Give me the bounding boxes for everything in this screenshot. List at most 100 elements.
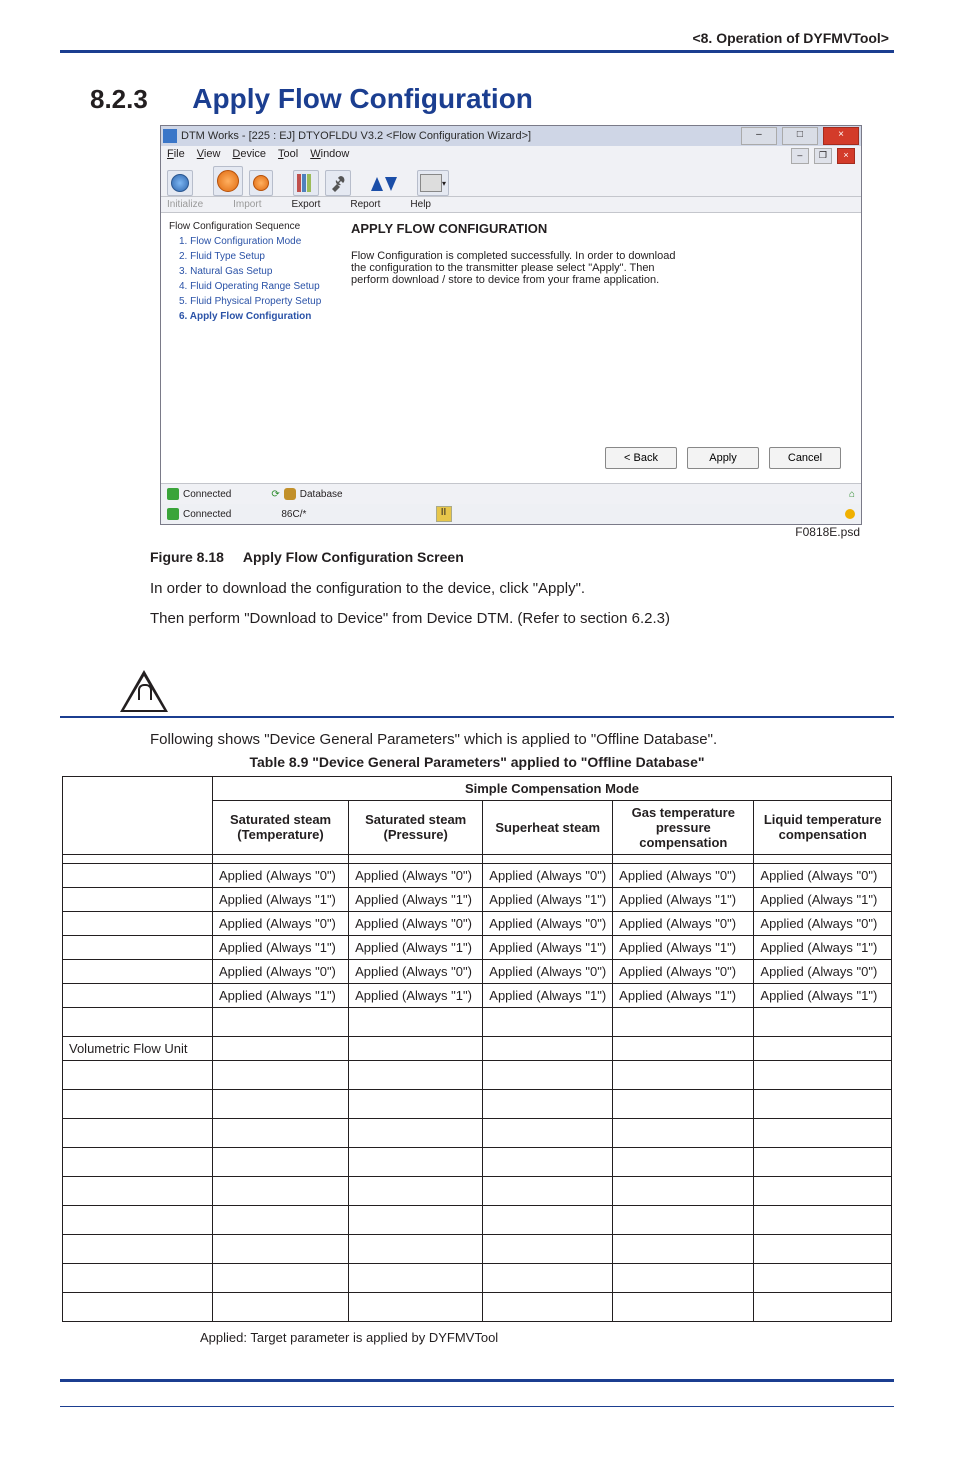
device-icon[interactable] bbox=[213, 166, 243, 196]
wizard-sidebar: Flow Configuration Sequence 1. Flow Conf… bbox=[161, 213, 341, 483]
sub-help[interactable]: Help bbox=[410, 199, 431, 210]
screenshot-app-window: DTM Works - [225 : EJ] DTYOFLDU V3.2 <Fl… bbox=[160, 125, 862, 525]
cell: Applied (Always "1") bbox=[754, 887, 892, 911]
cell bbox=[349, 854, 483, 863]
menu-tool[interactable]: Tool bbox=[278, 148, 298, 164]
sub-initialize: Initialize bbox=[167, 199, 203, 210]
table-row: Applied (Always "1") Applied (Always "1"… bbox=[63, 887, 892, 911]
table-row: Applied (Always "0") Applied (Always "0"… bbox=[63, 959, 892, 983]
cell: Applied (Always "0") bbox=[213, 911, 349, 935]
cell: Applied (Always "0") bbox=[213, 959, 349, 983]
cell: Applied (Always "0") bbox=[483, 911, 613, 935]
cell: Applied (Always "0") bbox=[483, 863, 613, 887]
back-button[interactable]: < Back bbox=[605, 447, 677, 469]
parameters-table: Simple Compensation Mode Saturated steam… bbox=[62, 776, 892, 1322]
status-code: 86C/* bbox=[281, 509, 306, 520]
refresh-icon[interactable]: ⟳ bbox=[271, 489, 279, 500]
sub-export[interactable]: Export bbox=[291, 199, 320, 210]
home-icon[interactable]: ⌂ bbox=[849, 489, 855, 500]
cell: Applied (Always "1") bbox=[483, 935, 613, 959]
status-connected-1: Connected bbox=[183, 489, 231, 500]
sub-import: Import bbox=[233, 199, 261, 210]
figure-label: Figure 8.18 bbox=[150, 549, 224, 565]
table-row bbox=[63, 1263, 892, 1292]
note-text: Following shows "Device General Paramete… bbox=[150, 730, 894, 750]
row-label bbox=[63, 887, 213, 911]
cell: Applied (Always "0") bbox=[613, 959, 754, 983]
books-icon[interactable] bbox=[293, 170, 319, 196]
footer-rule-thin bbox=[60, 1406, 894, 1407]
menu-view[interactable]: View bbox=[197, 148, 221, 164]
th-c5: Liquid temperature compensation bbox=[754, 800, 892, 854]
th-blank bbox=[63, 776, 213, 854]
cell: Applied (Always "0") bbox=[613, 911, 754, 935]
doc-restore-button[interactable]: ❐ bbox=[814, 148, 832, 164]
device-sub-icon[interactable] bbox=[249, 170, 273, 196]
menu-window[interactable]: Window bbox=[310, 148, 349, 164]
cell: Applied (Always "1") bbox=[613, 983, 754, 1007]
table-row bbox=[63, 1234, 892, 1263]
menubar: File View Device Tool Window – ❐ × bbox=[161, 146, 861, 164]
cell bbox=[754, 854, 892, 863]
doc-minimize-button[interactable]: – bbox=[791, 148, 809, 164]
window-title: DTM Works - [225 : EJ] DTYOFLDU V3.2 <Fl… bbox=[181, 130, 531, 142]
row-label bbox=[63, 935, 213, 959]
paragraph-1: In order to download the configuration t… bbox=[150, 579, 894, 599]
menu-device[interactable]: Device bbox=[232, 148, 266, 164]
wizard-step-2[interactable]: 2. Fluid Type Setup bbox=[179, 251, 333, 262]
connect-icon[interactable] bbox=[167, 170, 193, 196]
table-row bbox=[63, 1292, 892, 1321]
cell bbox=[483, 854, 613, 863]
pause-icon[interactable]: II bbox=[436, 506, 452, 522]
header-rule bbox=[60, 50, 894, 53]
section-number: 8.2.3 bbox=[90, 84, 148, 114]
cell: Applied (Always "1") bbox=[213, 887, 349, 911]
doc-close-button[interactable]: × bbox=[837, 148, 855, 164]
titlebar: DTM Works - [225 : EJ] DTYOFLDU V3.2 <Fl… bbox=[161, 126, 861, 146]
wizard-step-6[interactable]: 6. Apply Flow Configuration bbox=[179, 311, 333, 322]
statusbar-1: Connected ⟳Database ⌂ bbox=[161, 484, 861, 504]
cell: Applied (Always "0") bbox=[349, 959, 483, 983]
cell: Applied (Always "0") bbox=[754, 863, 892, 887]
panel-title: APPLY FLOW CONFIGURATION bbox=[351, 221, 851, 236]
cell: Applied (Always "0") bbox=[349, 911, 483, 935]
table-row: Applied (Always "0") Applied (Always "0"… bbox=[63, 911, 892, 935]
wizard-step-1[interactable]: 1. Flow Configuration Mode bbox=[179, 236, 333, 247]
menu-file[interactable]: File bbox=[167, 148, 185, 164]
wrench-icon[interactable] bbox=[325, 170, 351, 196]
wizard-step-5[interactable]: 5. Fluid Physical Property Setup bbox=[179, 296, 333, 307]
table-footnote: Applied: Target parameter is applied by … bbox=[200, 1330, 894, 1345]
wizard-step-3[interactable]: 3. Natural Gas Setup bbox=[179, 266, 333, 277]
app-icon bbox=[163, 129, 177, 143]
cancel-button[interactable]: Cancel bbox=[769, 447, 841, 469]
wizard-step-4[interactable]: 4. Fluid Operating Range Setup bbox=[179, 281, 333, 292]
cell: Applied (Always "1") bbox=[483, 983, 613, 1007]
figure-caption: Figure 8.18 Apply Flow Configuration Scr… bbox=[150, 549, 894, 565]
table-row bbox=[63, 1205, 892, 1234]
status-connected-2: Connected bbox=[183, 509, 231, 520]
close-button[interactable]: × bbox=[823, 127, 859, 145]
cell: Applied (Always "1") bbox=[213, 983, 349, 1007]
cell: Applied (Always "0") bbox=[754, 911, 892, 935]
note-icon bbox=[120, 670, 894, 712]
maximize-button[interactable]: □ bbox=[782, 127, 818, 145]
cell: Applied (Always "1") bbox=[349, 887, 483, 911]
upload-download-icon[interactable] bbox=[371, 172, 397, 196]
cell: Applied (Always "1") bbox=[349, 983, 483, 1007]
plug-icon bbox=[167, 488, 179, 500]
cell: Applied (Always "1") bbox=[754, 935, 892, 959]
cell bbox=[213, 854, 349, 863]
table-row bbox=[63, 1089, 892, 1118]
cell: Applied (Always "1") bbox=[613, 935, 754, 959]
minimize-button[interactable]: – bbox=[741, 127, 777, 145]
sub-report[interactable]: Report bbox=[350, 199, 380, 210]
th-c4: Gas temperature pressure compensation bbox=[613, 800, 754, 854]
toolbar: ▾ bbox=[161, 164, 861, 197]
cell: Applied (Always "0") bbox=[483, 959, 613, 983]
signal-icon bbox=[845, 509, 855, 519]
apply-button[interactable]: Apply bbox=[687, 447, 759, 469]
cell: Applied (Always "0") bbox=[613, 863, 754, 887]
printer-icon[interactable]: ▾ bbox=[417, 170, 449, 196]
database-icon bbox=[284, 488, 296, 500]
row-label bbox=[63, 854, 213, 863]
